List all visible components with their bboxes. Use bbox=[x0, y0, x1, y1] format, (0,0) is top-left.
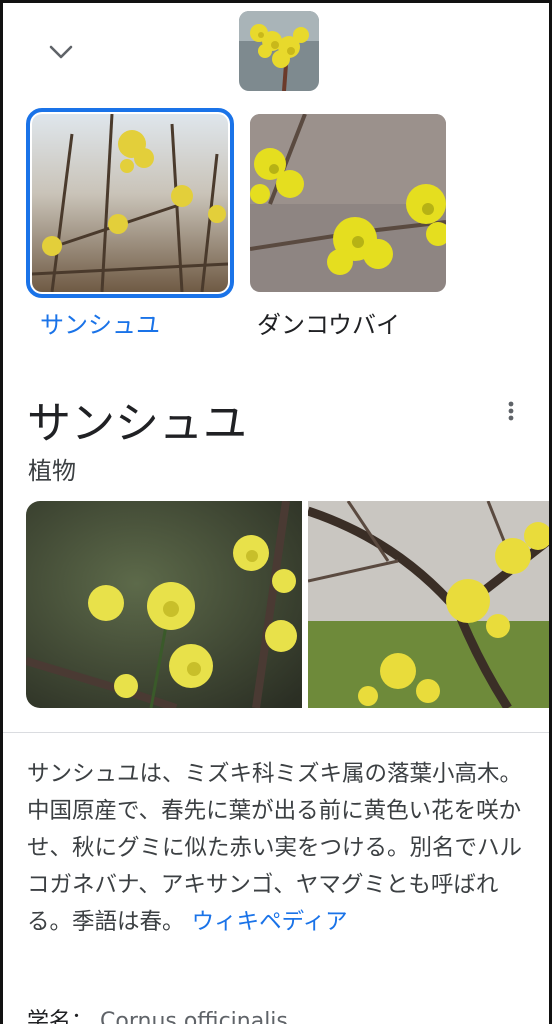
panel-photo-2[interactable] bbox=[308, 501, 549, 708]
panel-photo-1[interactable] bbox=[26, 501, 302, 708]
screen: サンシュユ ダンコウバイ サンシュユ 植物 サンシュユは、ミズキ科ミズキ属の落葉… bbox=[0, 0, 552, 1024]
scientific-name-label: 学名： bbox=[27, 1009, 94, 1024]
scientific-name-row: 学名： Cornus officinalis bbox=[27, 1003, 288, 1024]
panel-description: サンシュユは、ミズキ科ミズキ属の落葉小高木。中国原産で、春先に葉が出る前に黄色い… bbox=[27, 756, 537, 941]
wikipedia-link[interactable]: ウィキペディア bbox=[192, 909, 348, 935]
scientific-name-value[interactable]: Cornus officinalis bbox=[100, 1009, 288, 1024]
dankoubai-image bbox=[250, 114, 446, 292]
entity-label-sanshuyu[interactable]: サンシュユ bbox=[40, 305, 160, 340]
cornus-flower-thumbnail bbox=[239, 11, 319, 91]
more-vert-icon bbox=[508, 401, 514, 421]
tree-blossom-image bbox=[308, 501, 549, 708]
entity-card-dankoubai[interactable] bbox=[250, 114, 446, 292]
entity-label-dankoubai[interactable]: ダンコウバイ bbox=[257, 305, 400, 340]
panel-title: サンシュユ bbox=[27, 398, 247, 449]
entity-card-sanshuyu[interactable] bbox=[26, 108, 234, 298]
section-divider bbox=[3, 732, 549, 733]
sanshuyu-image bbox=[32, 114, 228, 292]
header-thumbnail[interactable] bbox=[239, 11, 319, 91]
flower-closeup-image bbox=[26, 501, 302, 708]
collapse-button[interactable] bbox=[43, 37, 79, 67]
panel-subtitle: 植物 bbox=[28, 457, 76, 485]
more-options-button[interactable] bbox=[499, 397, 523, 425]
chevron-down-icon bbox=[49, 45, 73, 59]
